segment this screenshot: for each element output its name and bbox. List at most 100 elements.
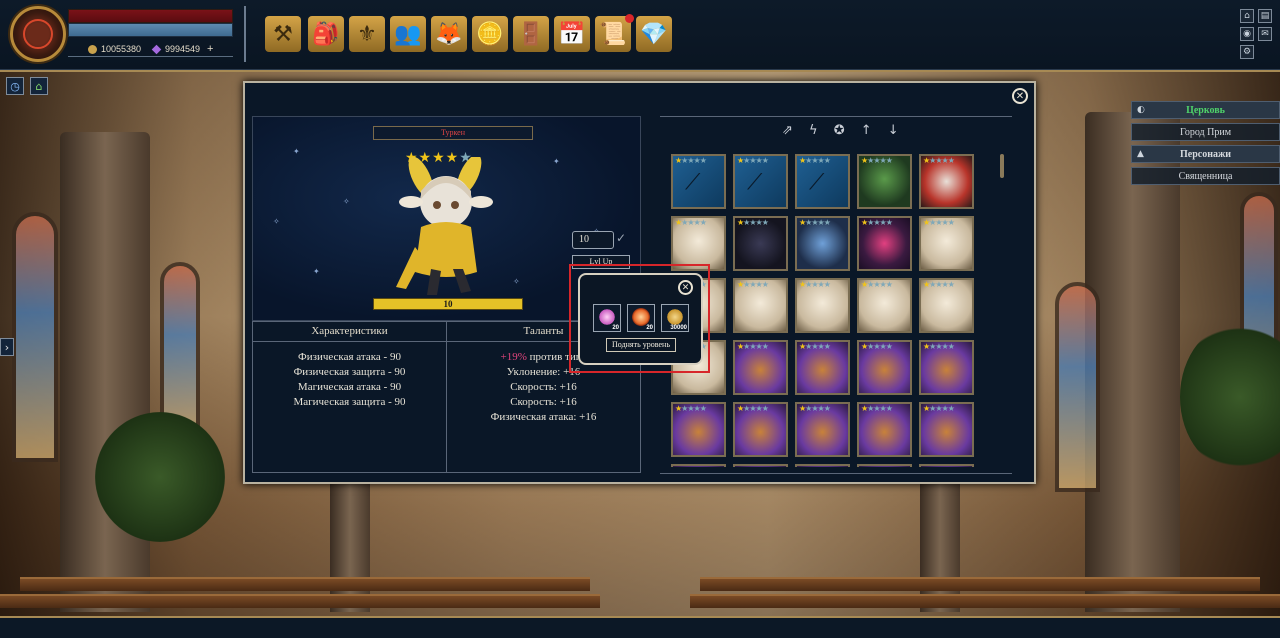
star-rating-icon: ★★★★★ [737,156,769,165]
hero-card[interactable]: ★★★★★ [671,216,726,271]
forge-icon[interactable]: ⚒ [265,16,301,52]
section-label: Персонажи [1180,148,1231,160]
screenshot-icon[interactable]: ◉ [1240,27,1254,41]
hero-card[interactable]: ★★★★★ [733,402,788,457]
star-rating-icon: ★★★★★ [737,280,769,289]
backpack-icon[interactable]: 🎒 [308,16,344,52]
hero-card[interactable]: ★★★★★ [733,464,788,467]
orb-icon [632,308,650,326]
hero-card[interactable]: ★★★★★ [733,340,788,395]
star-rating-icon: ★★★★★ [923,404,955,413]
hero-card[interactable]: ★★★★★ [671,402,726,457]
gold-coin-icon [88,44,97,54]
location-church[interactable]: ◐ Церковь [1131,101,1280,119]
sort-toolbar[interactable]: ⇗ ϟ ✪ ↑ ↓ [782,123,905,138]
scrollbar[interactable] [1000,154,1004,178]
item-quantity: 20 [646,325,653,331]
close-icon[interactable]: ✕ [678,280,693,295]
mana-bar [68,23,233,37]
placeholder-icon: ⟋ [747,170,763,195]
hero-card[interactable]: ★★★★★ [795,464,850,467]
hero-card[interactable]: ★★★★★ [919,154,974,209]
close-icon[interactable]: ✕ [1012,88,1028,104]
hero-card[interactable]: ★★★★★ [857,216,912,271]
characters-section[interactable]: ▲ Персонажи [1131,145,1280,163]
talent-line: Скорость: +16 [510,396,577,408]
pet-icon[interactable]: 🦊 [431,16,467,52]
gem-amount: 9994549 [165,44,201,54]
hero-card[interactable]: ★★★★★ [671,464,726,467]
divider [244,6,246,62]
hero-card[interactable]: ★★★★★ [919,402,974,457]
door-icon[interactable]: 🚪 [513,16,549,52]
hero-name: Туркен [440,128,465,137]
hero-card[interactable]: ★★★★★ [919,464,974,467]
calendar-icon[interactable]: 📅 [554,16,590,52]
hero-card[interactable]: ★★★★★ [919,278,974,333]
divider [68,56,233,57]
settings-icon[interactable]: ⚙ [1240,45,1254,59]
hero-card[interactable]: ★★★★★ [795,340,850,395]
level-input[interactable]: 10 [572,231,614,249]
hero-card[interactable]: ★★★★★ [733,216,788,271]
coins-icon[interactable]: 🪙 [472,16,508,52]
star-rating-icon: ★★★★★ [737,218,769,227]
clock-icon[interactable]: ◷ [6,77,24,95]
player-avatar[interactable] [10,6,66,62]
character-priestess[interactable]: Священница [1131,167,1280,185]
hero-name-plate: Туркен [373,126,533,140]
top-bar: 10055380 9994549 + ⚒ 🎒 ⚜ 👥 🦊 🪙 🚪 📅 📜 💎 ⌂ ▤ ◉ ✉ ⚙ [0,0,1280,70]
star-rating-icon: ★★★★★ [799,342,831,351]
check-icon[interactable]: ✓ [616,231,626,245]
level-up-popup: ✕ 20 20 30000 Поднять уровень [578,273,703,365]
hero-card[interactable]: ★★★★★ [795,216,850,271]
hero-card[interactable]: ★★★★★ [795,278,850,333]
gem-counter: 9994549 + [151,42,213,56]
star-rating-icon: ★★★★★ [861,218,893,227]
star-rating-icon: ★★★★★ [861,466,893,467]
star-rating-icon: ★★★★★ [737,404,769,413]
hero-grid: ★★★★★ ⟋ ★★★★★ ⟋ ★★★★★ ⟋ ★★★★★ ★★★★★ ★★★★★ ★★★★★ ★★… [671,154,981,467]
hero-card[interactable]: ★★★★★ [857,402,912,457]
hero-card[interactable]: ★★★★★ [857,154,912,209]
star-rating-icon: ★★★★★ [799,466,831,467]
location-label: Город Прим [1179,126,1232,138]
location-prim-city[interactable]: Город Прим [1131,123,1280,141]
home-icon[interactable]: ⌂ [1240,9,1254,23]
hero-card[interactable]: ★★★★★ [919,216,974,271]
expand-side-panel-button[interactable]: › [0,338,14,356]
hero-card[interactable]: ★★★★★ ⟋ [795,154,850,209]
hero-card[interactable]: ★★★★★ ⟋ [671,154,726,209]
hero-card[interactable]: ★★★★★ [857,340,912,395]
friends-icon[interactable]: 👥 [390,16,426,52]
hero-card[interactable]: ★★★★★ [857,278,912,333]
add-gems-button[interactable]: + [207,43,213,55]
gold-counter: 10055380 [88,42,141,56]
raise-level-button[interactable]: Поднять уровень [606,338,676,352]
star-rating-icon: ★★★★★ [675,466,707,467]
gem-icon [151,44,162,54]
hero-card[interactable]: ★★★★★ [857,464,912,467]
person-icon: ▲ [1137,149,1144,159]
star-rating-icon: ★★★★★ [861,342,893,351]
star-rating-icon: ★★★★★ [737,342,769,351]
diamond-icon[interactable]: 💎 [636,16,672,52]
star-rating-icon: ★★★★★ [799,218,831,227]
gold-coin-item: 30000 [661,304,689,332]
home-icon[interactable]: ⌂ [30,77,48,95]
quest-book-icon[interactable]: 📜 [595,14,634,52]
hero-card[interactable]: ★★★★★ ⟋ [733,154,788,209]
hero-card[interactable]: ★★★★★ [733,278,788,333]
guild-icon[interactable]: ⚜ [349,16,385,52]
star-rating-icon: ★★★★★ [923,466,955,467]
chat-icon[interactable]: ▤ [1258,9,1272,23]
hero-card[interactable]: ★★★★★ [919,340,974,395]
star-rating-icon: ★★★★★ [675,156,707,165]
mail-icon[interactable]: ✉ [1258,27,1272,41]
hero-card[interactable]: ★★★★★ [795,402,850,457]
star-rating-icon: ★★★★★ [799,156,831,165]
tab-characteristics[interactable]: Характеристики [253,322,447,341]
item-quantity: 20 [612,325,619,331]
star-rating-icon: ★★★★★ [737,466,769,467]
star-rating-icon: ★★★★★ [923,156,955,165]
